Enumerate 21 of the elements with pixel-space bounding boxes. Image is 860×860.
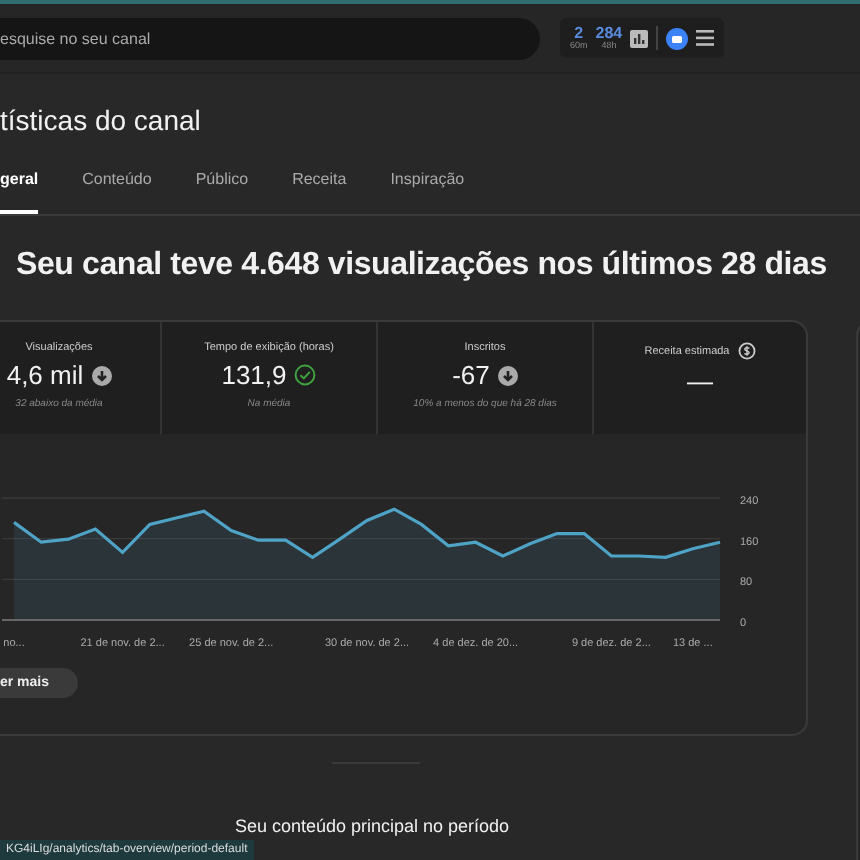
metric-value: —	[687, 366, 713, 396]
tab[interactable]: Público	[195, 148, 249, 214]
check-circle-icon	[294, 364, 317, 386]
tab[interactable]: geral	[0, 148, 39, 214]
metric-value: -67	[452, 360, 490, 390]
tab[interactable]: Inspiração	[390, 148, 465, 214]
down-arrow-icon	[91, 365, 112, 385]
page-title: tísticas do canal	[0, 102, 203, 140]
dollar-icon	[737, 342, 756, 360]
down-arrow-icon	[497, 365, 518, 385]
metric-value: 131,9	[221, 360, 287, 390]
headline: Seu canal teve 4.648 visualizações nos últimos 28 dias	[14, 246, 829, 286]
metric-value: 4,6 mil	[6, 360, 84, 390]
counter-value: 284	[595, 25, 623, 42]
search-field[interactable]: esquise no seu canal	[0, 17, 540, 59]
bar-chart-icon[interactable]	[630, 29, 649, 47]
tab[interactable]: Conteúdo	[82, 148, 152, 214]
menu-icon[interactable]	[696, 30, 715, 46]
counter-value: 2	[574, 25, 584, 42]
tab[interactable]: Receita	[292, 148, 347, 214]
section-title: Seu conteúdo principal no período	[232, 816, 512, 836]
